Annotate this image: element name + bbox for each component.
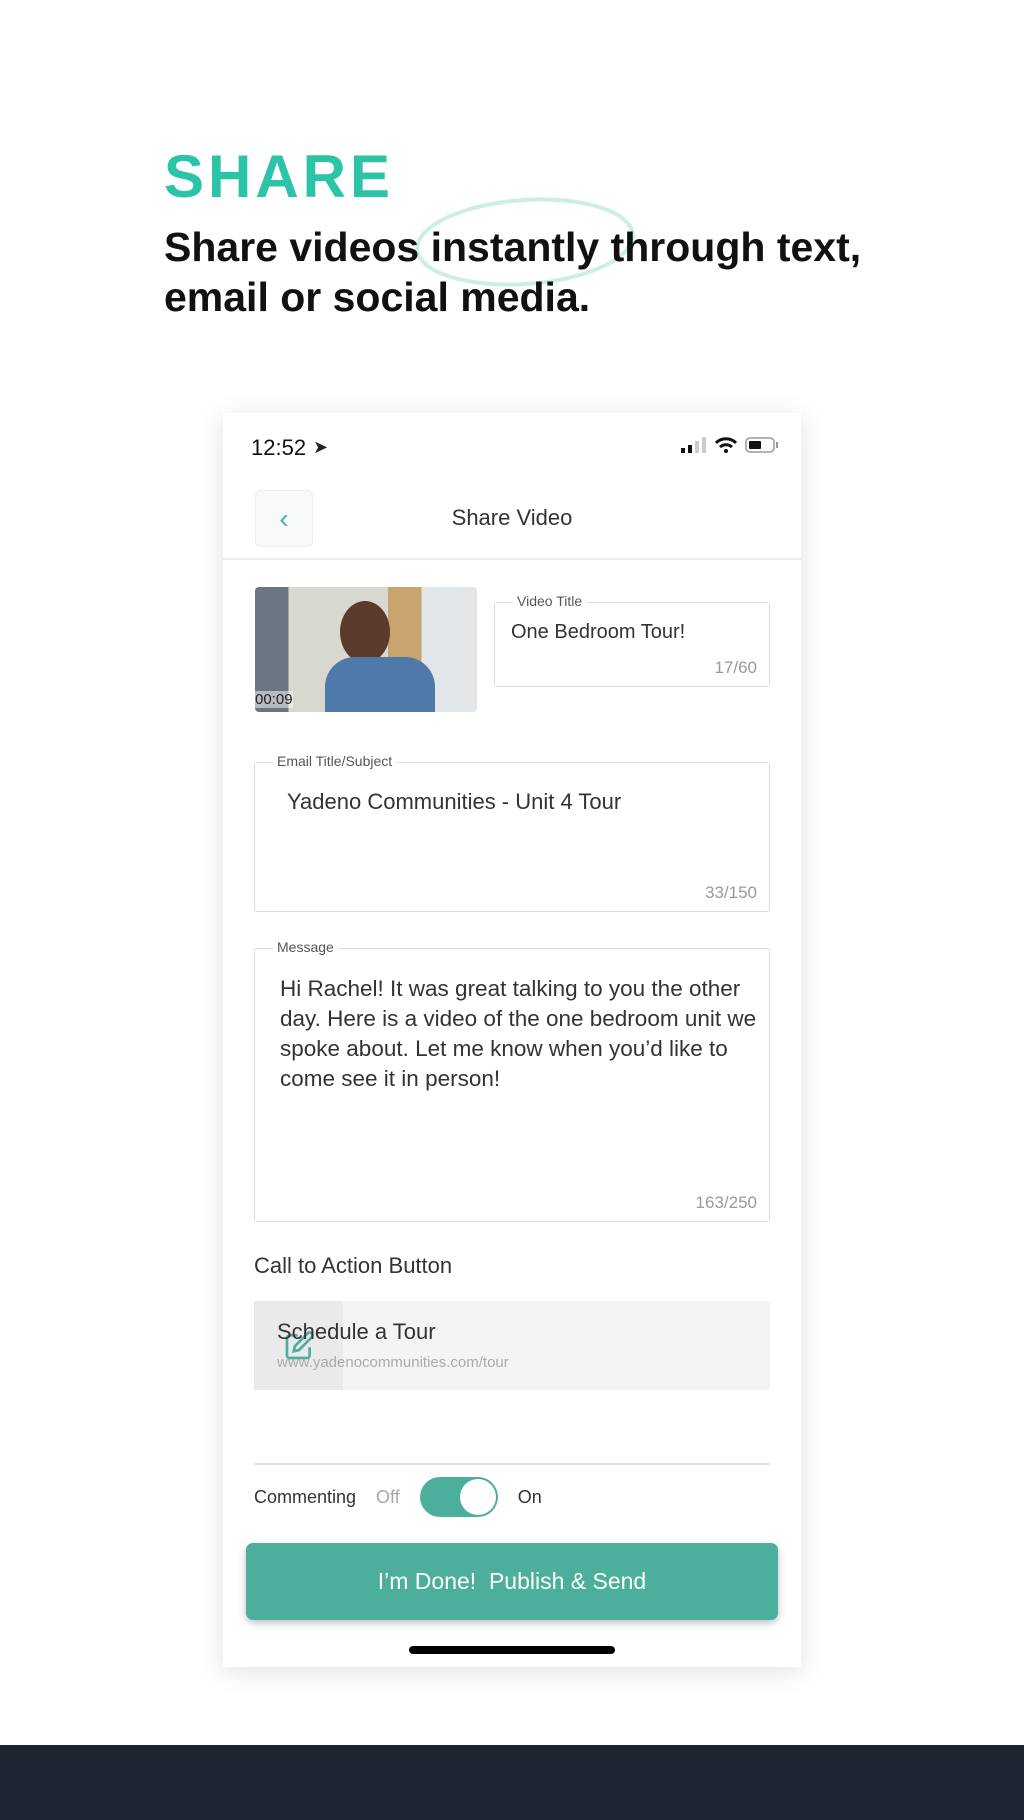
video-thumbnail[interactable]: 00:09 bbox=[255, 587, 477, 712]
email-subject-count: 33/150 bbox=[705, 883, 757, 902]
cta-section-label: Call to Action Button bbox=[254, 1253, 453, 1278]
message-field[interactable]: Message Hi Rachel! It was great talking … bbox=[254, 939, 770, 1222]
publish-send-button[interactable]: I’m Done! Publish & Send bbox=[246, 1543, 778, 1620]
commenting-on-label: On bbox=[517, 1486, 542, 1507]
video-title-value: One Bedroom Tour! bbox=[511, 621, 686, 643]
promo-subtitle: Share videos instantly through text, ema… bbox=[164, 224, 862, 320]
message-count: 163/250 bbox=[695, 1193, 757, 1212]
signal-icon bbox=[681, 437, 706, 453]
cta-url: www.yadenocommunities.com/tour bbox=[277, 1354, 509, 1371]
battery-icon bbox=[745, 437, 778, 453]
message-label: Message bbox=[273, 939, 338, 955]
wifi-icon bbox=[715, 437, 737, 453]
commenting-label: Commenting bbox=[254, 1486, 357, 1507]
page-title: Share Video bbox=[451, 505, 573, 530]
phone-screen: 12:52 ➤ ‹ Share Video 00:09 Video Title … bbox=[223, 413, 801, 1667]
nav-divider bbox=[223, 558, 801, 560]
video-title-count: 17/60 bbox=[714, 658, 757, 677]
location-icon: ➤ bbox=[313, 437, 329, 457]
home-indicator bbox=[409, 1646, 615, 1654]
status-icons bbox=[681, 437, 779, 453]
cta-card: Schedule a Tour www.yadenocommunities.co… bbox=[254, 1301, 770, 1390]
commenting-row: Commenting Off On bbox=[254, 1475, 542, 1519]
video-title-label: Video Title bbox=[513, 593, 587, 609]
section-divider bbox=[254, 1463, 770, 1465]
message-value: Hi Rachel! It was great talking to you t… bbox=[280, 976, 757, 1091]
email-subject-field[interactable]: Email Title/Subject Yadeno Communities -… bbox=[254, 753, 770, 912]
email-subject-value: Yadeno Communities - Unit 4 Tour bbox=[287, 789, 622, 814]
cta-title: Schedule a Tour bbox=[277, 1319, 436, 1344]
commenting-toggle[interactable] bbox=[419, 1477, 498, 1517]
footer-bar bbox=[0, 1745, 1024, 1820]
promo-heading: SHARE bbox=[164, 143, 395, 210]
edit-cta-button[interactable] bbox=[254, 1301, 343, 1390]
commenting-off-label: Off bbox=[376, 1486, 400, 1507]
email-subject-label: Email Title/Subject bbox=[273, 753, 397, 769]
video-duration: 00:09 bbox=[255, 691, 293, 708]
video-title-field[interactable]: Video Title One Bedroom Tour! 17/60 bbox=[494, 593, 770, 687]
status-time: 12:52 bbox=[251, 435, 307, 460]
